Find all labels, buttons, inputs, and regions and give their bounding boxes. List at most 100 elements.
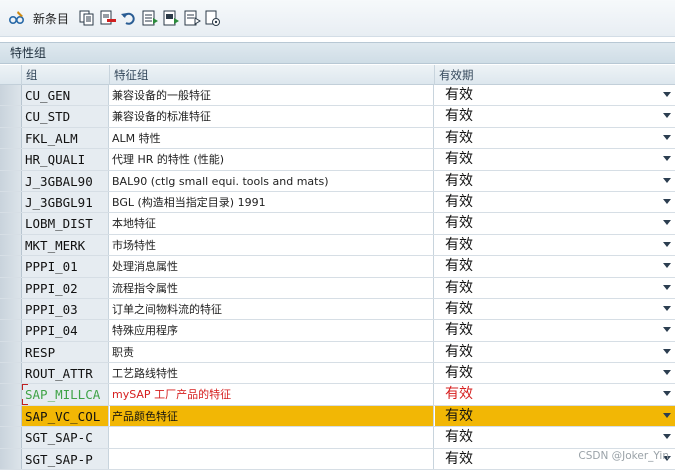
- chevron-down-icon[interactable]: [663, 177, 671, 183]
- row-selector[interactable]: [0, 427, 22, 448]
- group-description-cell[interactable]: 职责: [110, 341, 434, 363]
- group-description-cell[interactable]: 代理 HR 的特性 (性能): [110, 149, 434, 170]
- row-selector[interactable]: [0, 170, 22, 191]
- table-row[interactable]: CU_STD 兼容设备的标准特征 有效: [0, 106, 675, 128]
- group-code-cell[interactable]: SAP_MILLCA: [22, 384, 109, 406]
- table-row[interactable]: PPPI_03 订单之间物料流的特征 有效: [0, 298, 675, 321]
- group-description-cell[interactable]: mySAP 工厂产品的特征: [110, 384, 434, 405]
- group-code-cell[interactable]: ROUT_ATTR: [22, 363, 109, 384]
- table-row[interactable]: SAP_VC_COL 产品颜色特征 有效: [0, 405, 675, 428]
- deselect-all-button[interactable]: [183, 7, 201, 29]
- group-code-cell[interactable]: CU_GEN: [22, 85, 109, 106]
- new-entries-button[interactable]: 新条目: [29, 7, 75, 29]
- settings-button[interactable]: [204, 7, 222, 29]
- table-row[interactable]: SGT_SAP-P 有效: [0, 448, 675, 470]
- group-description-cell[interactable]: 工艺路线特性: [110, 363, 434, 384]
- validity-dropdown[interactable]: 有效: [435, 320, 675, 340]
- table-row[interactable]: J_3GBGL91 BGL (构造相当指定目录) 1991 有效: [0, 191, 675, 214]
- row-selector[interactable]: [0, 384, 22, 405]
- validity-dropdown[interactable]: 有效: [435, 256, 675, 276]
- table-row[interactable]: HR_QUALI 代理 HR 的特性 (性能) 有效: [0, 149, 675, 171]
- row-selector[interactable]: [0, 363, 22, 384]
- validity-dropdown[interactable]: 有效: [435, 299, 675, 319]
- group-description-cell[interactable]: BAL90 (ctlg small equi. tools and mats): [110, 170, 434, 191]
- group-code-cell[interactable]: CU_STD: [22, 106, 109, 127]
- row-selector[interactable]: [0, 234, 22, 256]
- row-selector[interactable]: [0, 256, 22, 277]
- chevron-down-icon[interactable]: [663, 412, 671, 418]
- group-code-cell[interactable]: SGT_SAP-C: [22, 427, 109, 448]
- table-row[interactable]: ROUT_ATTR 工艺路线特性 有效: [0, 363, 675, 385]
- group-code-cell[interactable]: HR_QUALI: [22, 149, 109, 170]
- validity-dropdown[interactable]: 有效: [435, 213, 675, 233]
- row-selector[interactable]: [0, 106, 22, 127]
- validity-dropdown[interactable]: 有效: [435, 171, 675, 191]
- group-code-cell[interactable]: PPPI_01: [22, 256, 109, 277]
- table-row[interactable]: SAP_MILLCA mySAP 工厂产品的特征 有效: [0, 384, 675, 406]
- row-selector[interactable]: [0, 149, 22, 170]
- copy-button[interactable]: [78, 7, 96, 29]
- select-all-rows-header[interactable]: [0, 65, 22, 85]
- validity-dropdown[interactable]: 有效: [435, 149, 675, 169]
- group-code-cell[interactable]: FKL_ALM: [22, 127, 109, 149]
- chevron-down-icon[interactable]: [663, 241, 671, 247]
- group-description-cell[interactable]: 流程指令属性: [110, 277, 434, 298]
- display-change-button[interactable]: [8, 7, 26, 29]
- column-header-group[interactable]: 组: [22, 65, 110, 85]
- row-selector[interactable]: [0, 213, 22, 234]
- chevron-down-icon[interactable]: [663, 220, 671, 226]
- group-description-cell[interactable]: ALM 特性: [110, 127, 434, 149]
- table-row[interactable]: LOBM_DIST 本地特征 有效: [0, 213, 675, 235]
- validity-dropdown[interactable]: 有效: [435, 384, 675, 404]
- row-selector[interactable]: [0, 341, 22, 363]
- table-row[interactable]: J_3GBAL90 BAL90 (ctlg small equi. tools a…: [0, 170, 675, 192]
- table-row[interactable]: FKL_ALM ALM 特性 有效: [0, 127, 675, 150]
- chevron-down-icon[interactable]: [663, 434, 671, 440]
- validity-dropdown[interactable]: 有效: [435, 235, 675, 255]
- column-header-validity[interactable]: 有效期: [435, 65, 675, 85]
- group-description-cell[interactable]: [110, 448, 434, 470]
- group-code-cell[interactable]: PPPI_03: [22, 298, 109, 320]
- group-code-cell[interactable]: SGT_SAP-P: [22, 448, 109, 470]
- row-selector[interactable]: [0, 127, 22, 149]
- chevron-down-icon[interactable]: [663, 92, 671, 97]
- group-code-cell[interactable]: PPPI_02: [22, 277, 109, 298]
- group-code-cell[interactable]: PPPI_04: [22, 320, 109, 341]
- undo-button[interactable]: [120, 7, 138, 29]
- chevron-down-icon[interactable]: [663, 198, 671, 204]
- group-code-cell[interactable]: SAP_VC_COL: [22, 405, 109, 427]
- validity-dropdown[interactable]: 有效: [435, 405, 675, 427]
- group-description-cell[interactable]: 订单之间物料流的特征: [110, 298, 434, 320]
- chevron-down-icon[interactable]: [663, 156, 671, 162]
- group-description-cell[interactable]: 兼容设备的标准特征: [110, 106, 434, 127]
- group-description-cell[interactable]: BGL (构造相当指定目录) 1991: [110, 191, 434, 213]
- group-description-cell[interactable]: 兼容设备的一般特征: [110, 85, 434, 106]
- validity-dropdown[interactable]: 有效: [435, 85, 675, 105]
- table-row[interactable]: CU_GEN 兼容设备的一般特征 有效: [0, 85, 675, 107]
- row-selector[interactable]: [0, 448, 22, 470]
- chevron-down-icon[interactable]: [663, 370, 671, 376]
- table-row[interactable]: PPPI_04 特殊应用程序 有效: [0, 320, 675, 342]
- group-code-cell[interactable]: MKT_MERK: [22, 234, 109, 256]
- delete-button[interactable]: [99, 7, 117, 29]
- group-description-cell[interactable]: 处理消息属性: [110, 256, 434, 277]
- chevron-down-icon[interactable]: [663, 348, 671, 354]
- row-selector[interactable]: [0, 320, 22, 341]
- group-description-cell[interactable]: 本地特征: [110, 213, 434, 234]
- select-block-button[interactable]: [162, 7, 180, 29]
- chevron-down-icon[interactable]: [663, 327, 671, 333]
- table-row[interactable]: PPPI_01 处理消息属性 有效: [0, 256, 675, 278]
- chevron-down-icon[interactable]: [663, 284, 671, 290]
- validity-dropdown[interactable]: 有效: [435, 278, 675, 298]
- validity-dropdown[interactable]: 有效: [435, 106, 675, 126]
- table-row[interactable]: SGT_SAP-C 有效: [0, 427, 675, 449]
- row-selector[interactable]: [0, 405, 22, 427]
- validity-dropdown[interactable]: 有效: [435, 342, 675, 362]
- row-selector[interactable]: [0, 298, 22, 320]
- column-header-char-group[interactable]: 特征组: [110, 65, 435, 85]
- validity-dropdown[interactable]: 有效: [435, 363, 675, 383]
- chevron-down-icon[interactable]: [663, 391, 671, 397]
- validity-dropdown[interactable]: 有效: [435, 192, 675, 212]
- group-code-cell[interactable]: LOBM_DIST: [22, 213, 109, 234]
- row-selector[interactable]: [0, 85, 22, 106]
